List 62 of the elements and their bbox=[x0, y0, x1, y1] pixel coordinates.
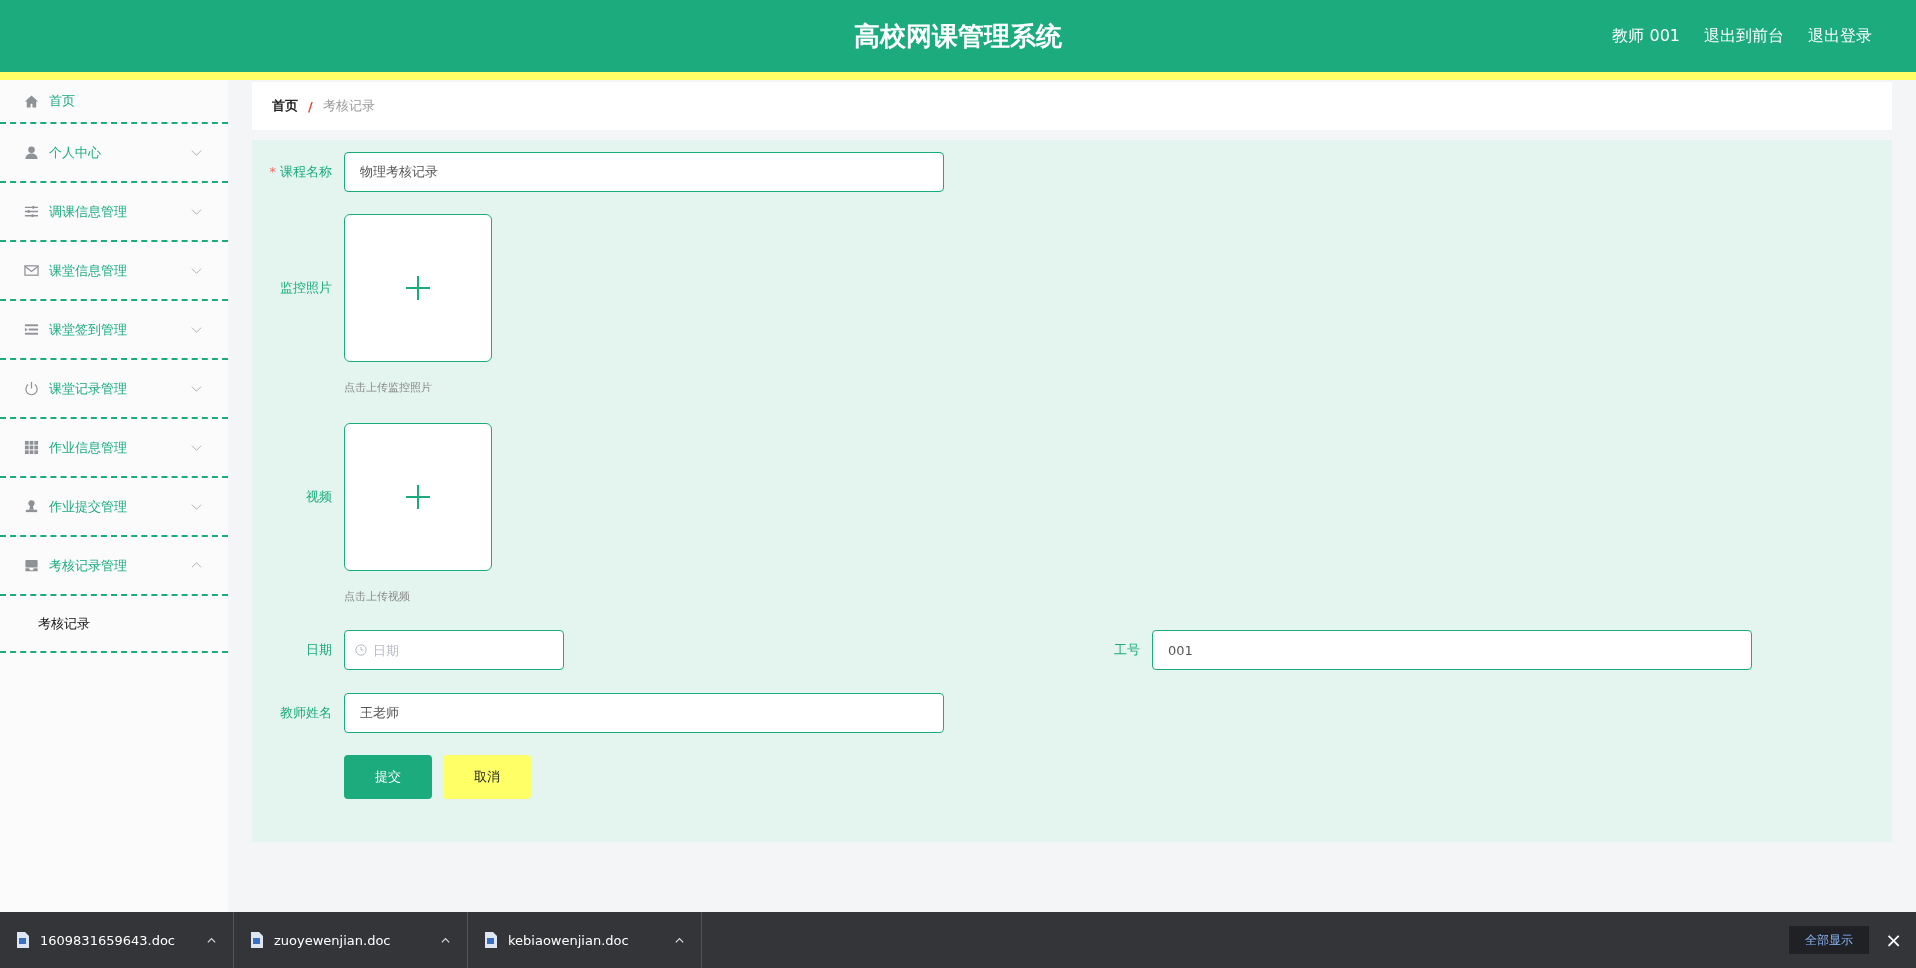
chevron-icon bbox=[191, 324, 202, 335]
sidebar-item[interactable]: 作业信息管理 bbox=[0, 419, 228, 478]
required-mark: * bbox=[269, 164, 276, 179]
chevron-icon bbox=[191, 560, 202, 571]
document-icon bbox=[250, 932, 264, 948]
sidebar-item[interactable]: 课堂签到管理 bbox=[0, 301, 228, 360]
field-label: * 课程名称 bbox=[268, 163, 333, 181]
user-icon bbox=[24, 145, 39, 160]
plus-icon bbox=[406, 485, 430, 509]
document-icon bbox=[484, 932, 498, 948]
stamp-icon bbox=[24, 499, 39, 514]
sidebar-item[interactable]: 个人中心 bbox=[0, 124, 228, 183]
home-icon bbox=[24, 93, 39, 109]
field-label: 工号 bbox=[1113, 641, 1141, 659]
chevron-icon bbox=[191, 147, 202, 158]
submit-button[interactable]: 提交 bbox=[344, 755, 432, 799]
sidebar-item[interactable]: 首页 bbox=[0, 80, 228, 124]
document-icon bbox=[16, 932, 30, 948]
download-file[interactable]: 1609831659643.doc bbox=[40, 932, 196, 948]
upload-button[interactable] bbox=[344, 214, 492, 362]
breadcrumb-current: 考核记录 bbox=[322, 97, 375, 115]
sidebar-item[interactable]: 课堂记录管理 bbox=[0, 360, 228, 419]
clock-icon bbox=[355, 644, 367, 656]
sidebar-item[interactable]: 课堂信息管理 bbox=[0, 242, 228, 301]
sliders-icon bbox=[24, 204, 39, 219]
list-icon bbox=[24, 322, 39, 337]
user-link[interactable]: 教师 001 bbox=[1612, 25, 1680, 47]
teacher-name-input[interactable]: 王老师 bbox=[344, 693, 944, 733]
chevron-icon bbox=[191, 383, 202, 394]
app-title: 高校网课管理系统 bbox=[854, 19, 1062, 53]
header-link[interactable]: 退出到前台 bbox=[1704, 25, 1784, 47]
download-file[interactable]: kebiaowenjian.doc bbox=[508, 932, 664, 948]
header-link[interactable]: 退出登录 bbox=[1808, 25, 1872, 47]
chevron-icon bbox=[191, 265, 202, 276]
staff-number-input[interactable]: 001 bbox=[1152, 630, 1752, 670]
sidebar-item[interactable]: 调课信息管理 bbox=[0, 183, 228, 242]
field-label: 教师姓名 bbox=[279, 704, 333, 722]
plus-icon bbox=[406, 276, 430, 300]
sidebar-subitem[interactable]: 考核记录 bbox=[0, 596, 228, 653]
upload-hint: 点击上传监控照片 bbox=[344, 380, 433, 395]
sidebar-item[interactable]: 考核记录管理 bbox=[0, 537, 228, 596]
field-label: 日期 bbox=[305, 641, 333, 659]
chevron-icon bbox=[191, 206, 202, 217]
chevron-icon bbox=[191, 442, 202, 453]
field-label: 监控照片 bbox=[279, 279, 333, 297]
download-file[interactable]: zuoyewenjian.doc bbox=[274, 932, 430, 948]
power-icon bbox=[24, 381, 39, 396]
tray-icon bbox=[24, 558, 39, 573]
breadcrumb-link[interactable]: 首页 bbox=[272, 97, 298, 115]
show-all-button[interactable]: 全部显示 bbox=[1789, 926, 1870, 954]
breadcrumb-separator: / bbox=[308, 98, 313, 114]
grid-icon bbox=[24, 440, 39, 455]
course-name-input[interactable]: 物理考核记录 bbox=[344, 152, 944, 192]
upload-hint: 点击上传视频 bbox=[344, 589, 411, 604]
upload-button[interactable] bbox=[344, 423, 492, 571]
date-field[interactable]: 日期 bbox=[344, 630, 564, 670]
field-label: 视频 bbox=[305, 488, 333, 506]
chevron-icon bbox=[191, 501, 202, 512]
cancel-button[interactable]: 取消 bbox=[443, 755, 531, 799]
close-button[interactable]: × bbox=[1879, 927, 1908, 953]
sidebar-item[interactable]: 作业提交管理 bbox=[0, 478, 228, 537]
mail-icon bbox=[24, 263, 39, 278]
